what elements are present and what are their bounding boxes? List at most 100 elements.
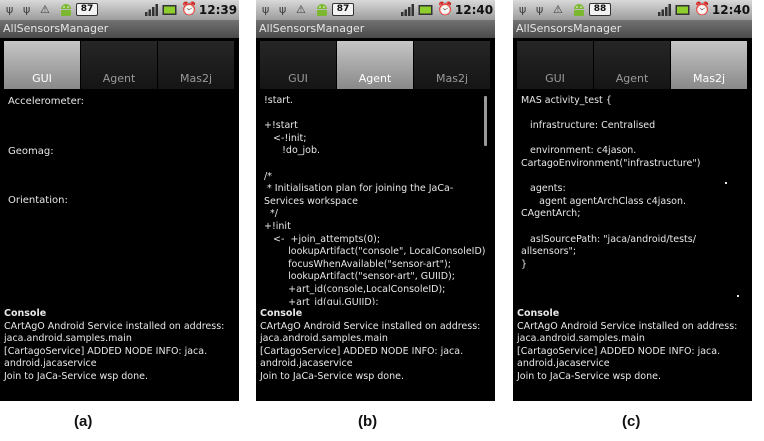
tab-label: Mas2j <box>179 72 213 85</box>
mas2j-code: MAS activity_test { infrastructure: Cent… <box>521 95 743 271</box>
alarm-icon: ⏰ <box>694 2 711 17</box>
screenshot-c: ψ ψ ⚠ 88 ⏰ 12:40 AllSensorsManager GUI A… <box>513 0 752 401</box>
battery-badge: 88 <box>589 3 611 16</box>
tab-bar: GUI Agent Mas2j <box>260 41 491 89</box>
caption-b: (b) <box>358 413 378 430</box>
usb-icon: ψ <box>262 3 270 16</box>
signal-icon <box>658 4 671 16</box>
alarm-icon: ⏰ <box>437 2 454 17</box>
caption-c: (c) <box>622 413 641 430</box>
warning-icon: ⚠ <box>296 3 306 16</box>
tab-agent[interactable]: Agent <box>594 41 671 89</box>
console-line: android.jacaservice <box>260 358 353 370</box>
battery-icon <box>162 5 177 15</box>
tab-mas2j[interactable]: Mas2j <box>671 41 748 89</box>
agent-code-panel[interactable]: !start. +!start <-!init; !do_job. /* * Ini… <box>260 95 486 305</box>
console-line: Join to JaCa-Service wsp done. <box>517 370 661 382</box>
android-icon <box>574 4 584 16</box>
orientation-label: Orientation: <box>8 195 68 206</box>
code-line: <-!init; <box>264 132 307 144</box>
mas2j-code-panel[interactable]: MAS activity_test { infrastructure: Cent… <box>517 95 743 305</box>
console-title: Console <box>517 308 560 319</box>
code-line: +!init <box>264 220 291 232</box>
console-line: Join to JaCa-Service wsp done. <box>260 370 404 382</box>
tab-mas2j[interactable]: Mas2j <box>414 41 491 89</box>
scrollbar[interactable] <box>484 96 487 146</box>
usb-debug-icon: ψ <box>536 3 544 16</box>
battery-icon <box>418 5 433 15</box>
tab-agent[interactable]: Agent <box>337 41 414 89</box>
alarm-icon: ⏰ <box>181 2 198 17</box>
code-line: environment: c4jason. <box>521 145 637 157</box>
code-line: } <box>521 258 528 270</box>
status-bar: ψ ψ ⚠ 87 ⏰ 12:39 <box>0 0 239 20</box>
status-bar: ψ ψ ⚠ 88 ⏰ 12:40 <box>513 0 752 20</box>
code-line: CAgentArch; <box>521 208 581 220</box>
tab-bar: GUI Agent Mas2j <box>4 41 235 89</box>
console-line: Join to JaCa-Service wsp done. <box>4 370 148 382</box>
code-line: +art_id(console,LocalConsoleID); <box>264 283 446 295</box>
console-line: jaca.android.samples.main <box>517 333 645 345</box>
clock: 12:40 <box>454 3 494 17</box>
signal-icon <box>145 4 158 16</box>
tab-mas2j[interactable]: Mas2j <box>158 41 235 89</box>
console-line: jaca.android.samples.main <box>4 333 132 345</box>
warning-icon: ⚠ <box>553 3 563 16</box>
code-line: * Initialisation plan for joining the Ja… <box>264 183 454 195</box>
tab-label: GUI <box>288 72 308 85</box>
signal-icon <box>401 4 414 16</box>
code-line: agent agentArchClass c4jason. <box>521 195 687 207</box>
console-panel: Console CArtAgO Android Service installe… <box>517 308 749 384</box>
console-line: [CartagoService] ADDED NODE INFO: jaca. <box>260 345 464 357</box>
usb-debug-icon: ψ <box>279 3 287 16</box>
tab-label: Mas2j <box>692 72 726 85</box>
console-line: android.jacaservice <box>4 358 97 370</box>
app-title-bar: AllSensorsManager <box>256 20 495 38</box>
code-line: <- +join_attempts(0); <box>264 233 381 245</box>
geomag-label: Geomag: <box>8 146 54 157</box>
code-line: /* <box>264 170 272 182</box>
app-title-bar: AllSensorsManager <box>513 20 752 38</box>
code-line: aslSourcePath: "jaca/android/tests/ <box>521 233 696 245</box>
console-panel: Console CArtAgO Android Service installe… <box>4 308 236 384</box>
usb-debug-icon: ψ <box>23 3 31 16</box>
artifact-dot <box>725 182 727 184</box>
tab-label: Agent <box>615 72 649 85</box>
battery-icon <box>675 5 690 15</box>
code-line: !start. <box>264 95 293 106</box>
gui-panel: Accelerometer: Geomag: Orientation: <box>4 95 230 305</box>
tab-label: Mas2j <box>435 72 469 85</box>
status-bar: ψ ψ ⚠ 87 ⏰ 12:40 <box>256 0 495 20</box>
battery-badge: 87 <box>332 3 354 16</box>
android-icon <box>317 4 327 16</box>
console-line: jaca.android.samples.main <box>260 333 388 345</box>
tab-label: Agent <box>358 72 392 85</box>
tab-bar: GUI Agent Mas2j <box>517 41 748 89</box>
code-line: lookupArtifact("console", LocalConsoleID… <box>264 246 486 258</box>
console-line: android.jacaservice <box>517 358 610 370</box>
console-title: Console <box>260 308 303 319</box>
code-line: */ <box>264 208 278 220</box>
tab-gui[interactable]: GUI <box>260 41 337 89</box>
code-line: +!start <box>264 120 298 132</box>
code-line: lookupArtifact("sensor-art", GUIID); <box>264 271 455 283</box>
console-panel: Console CArtAgO Android Service installe… <box>260 308 492 384</box>
tab-agent[interactable]: Agent <box>81 41 158 89</box>
app-title: AllSensorsManager <box>259 22 365 35</box>
warning-icon: ⚠ <box>40 3 50 16</box>
tab-gui[interactable]: GUI <box>4 41 81 89</box>
code-line: agents: <box>521 183 566 195</box>
agent-code: !start. +!start <-!init; !do_job. /* * Ini… <box>264 95 486 305</box>
code-line: focusWhenAvailable("sensor-art"); <box>264 258 451 270</box>
app-title-bar: AllSensorsManager <box>0 20 239 38</box>
app-title: AllSensorsManager <box>3 22 109 35</box>
console-title: Console <box>4 308 47 319</box>
code-line: !do_job. <box>264 145 321 157</box>
tab-gui[interactable]: GUI <box>517 41 594 89</box>
android-icon <box>61 4 71 16</box>
